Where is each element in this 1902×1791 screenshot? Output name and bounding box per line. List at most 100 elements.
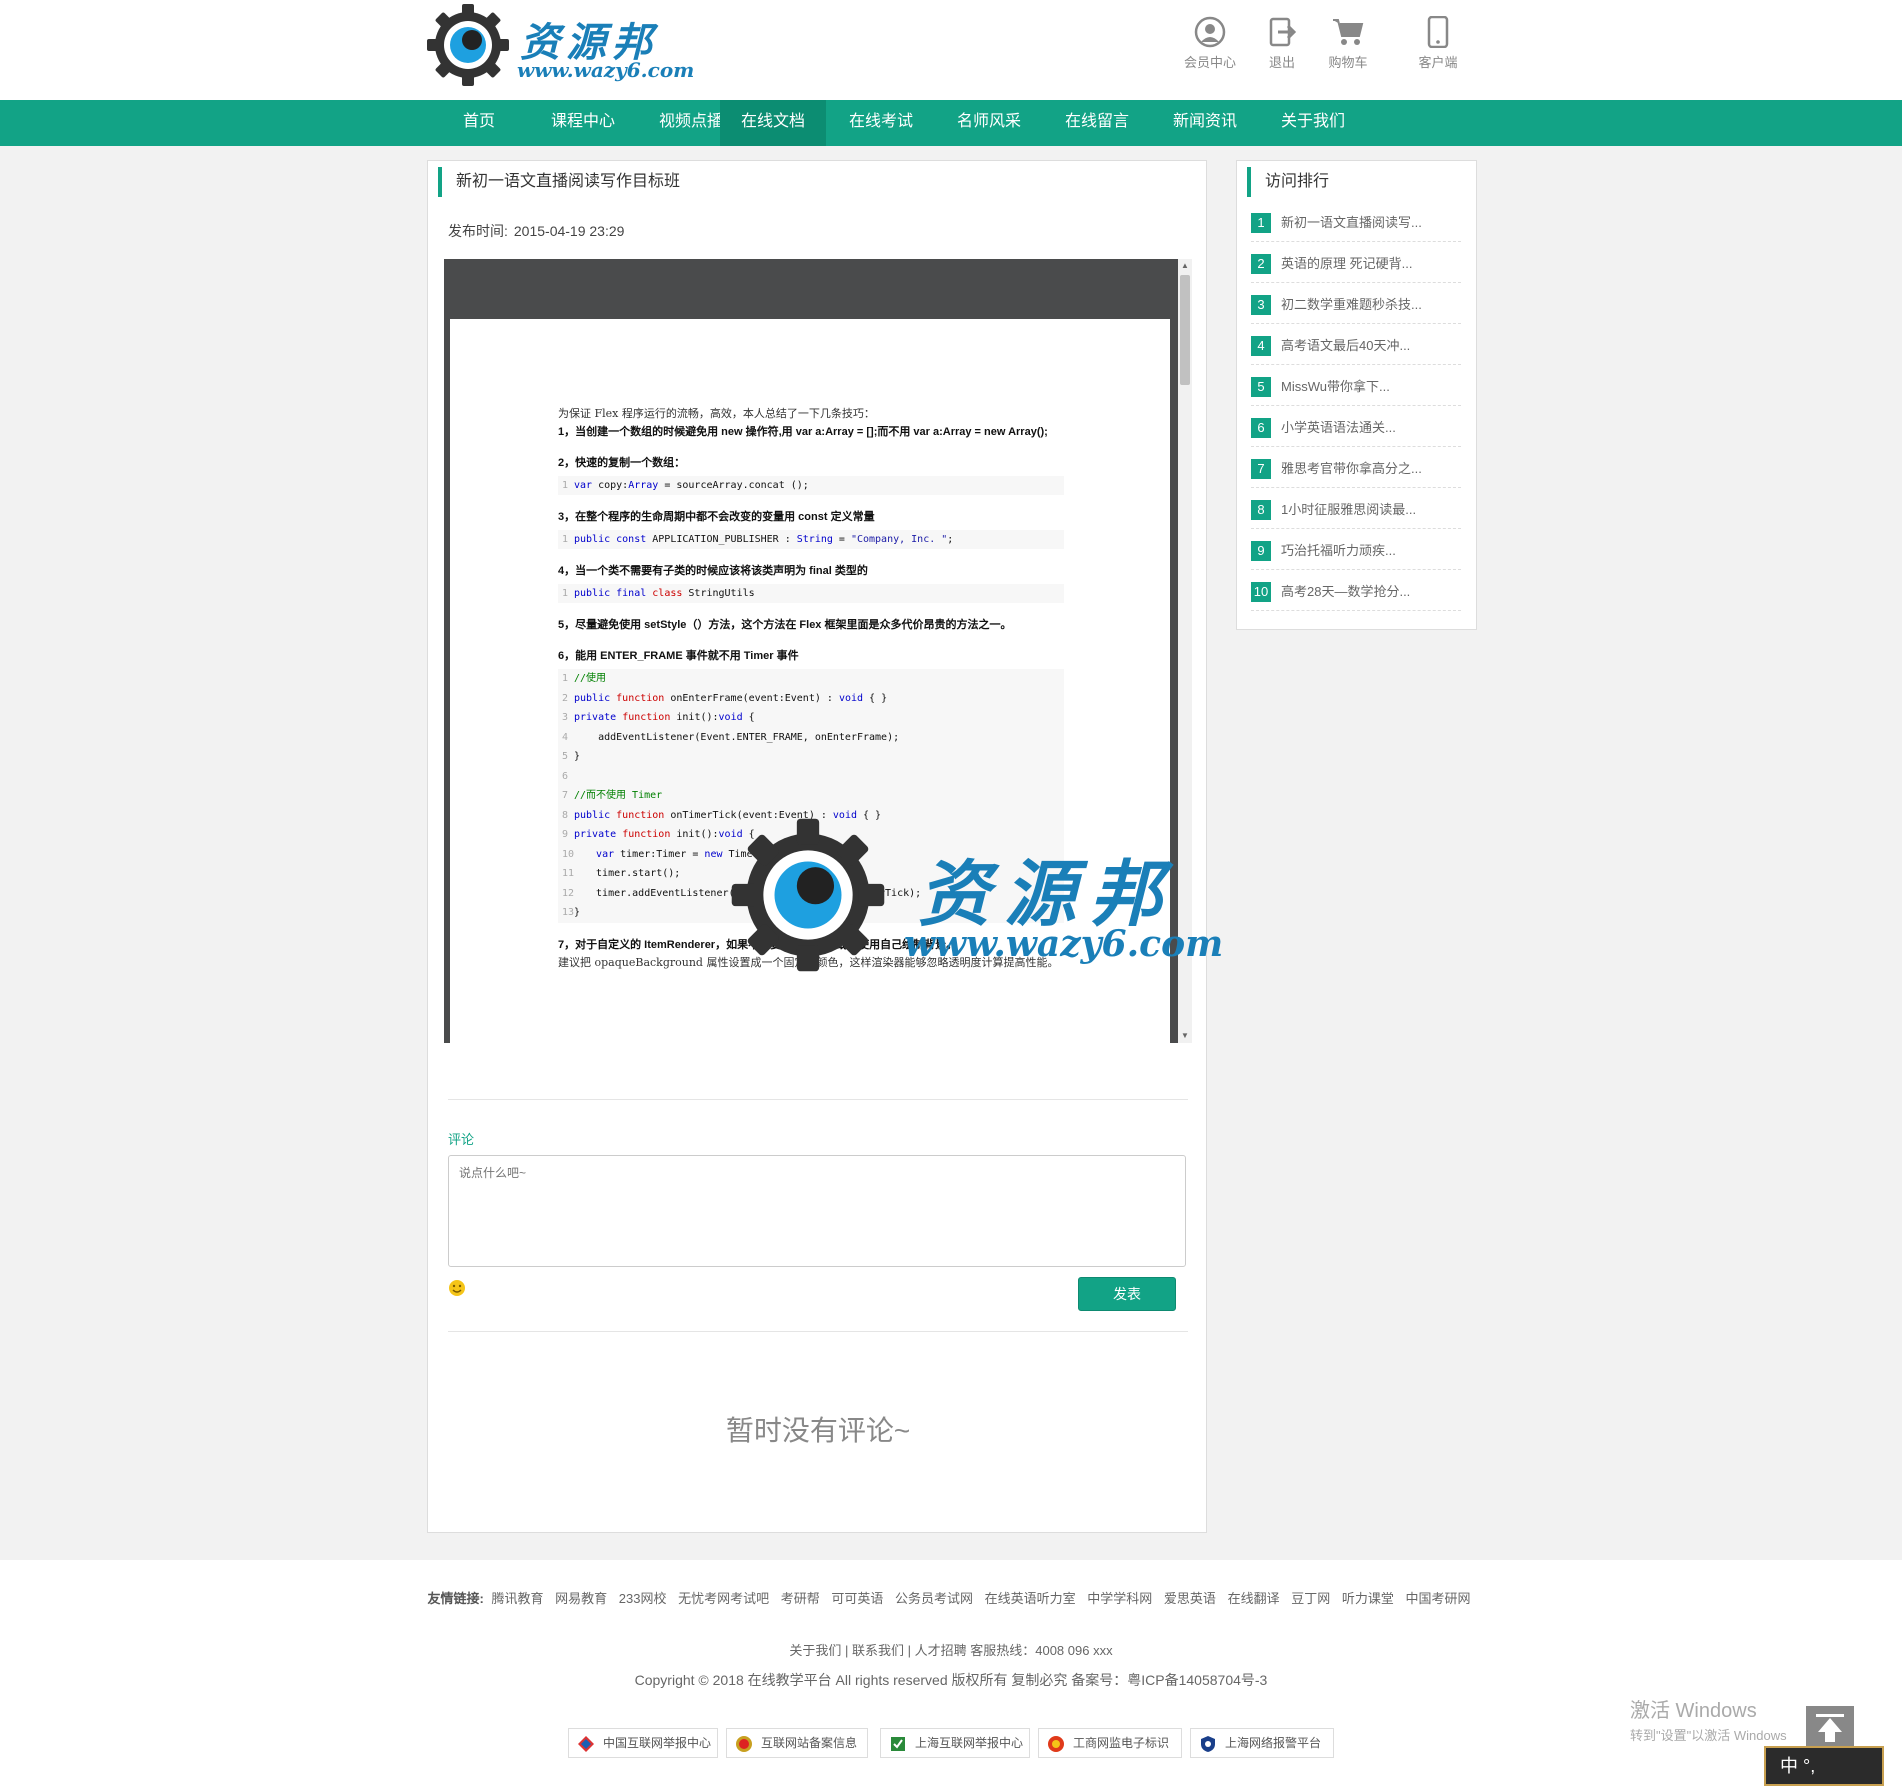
friend-link[interactable]: 233网校 <box>619 1591 667 1606</box>
site-logo[interactable]: 资源邦 www.wazy6.com <box>425 2 694 88</box>
friend-link[interactable]: 中学学科网 <box>1087 1591 1152 1606</box>
friend-link[interactable]: 爱思英语 <box>1164 1591 1216 1606</box>
friend-link[interactable]: 无忧考网考试吧 <box>678 1591 769 1606</box>
document-content: 为保证 Flex 程序运行的流畅，高效，本人总结了一下几条技巧： 1，当创建一个… <box>558 405 1064 971</box>
badge-label: 中国互联网举报中心 <box>603 1736 712 1750</box>
nav-item-documents[interactable]: 在线文档 <box>720 100 826 146</box>
ranking-item[interactable]: 10 高考28天—数学抢分... <box>1251 570 1461 611</box>
client-label: 客户端 <box>1418 55 1458 70</box>
logout-icon <box>1269 17 1297 47</box>
ranking-item[interactable]: 1 新初一语文直播阅读写... <box>1251 201 1461 242</box>
friend-link[interactable]: 考研帮 <box>781 1591 820 1606</box>
doc-heading-1: 1，当创建一个数组的时候避免用 new 操作符,用 var a:Array = … <box>558 426 1048 438</box>
friend-link[interactable]: 公务员考试网 <box>895 1591 973 1606</box>
win-activate-hint: 转到"设置"以激活 Windows <box>1630 1728 1787 1743</box>
badge-report-center[interactable]: 中国互联网举报中心 <box>568 1728 718 1758</box>
logout-link[interactable]: 退出 <box>1247 16 1317 80</box>
rank-text: MissWu带你拿下... <box>1281 379 1390 394</box>
badge-police-platform[interactable]: 上海网络报警平台 <box>1190 1728 1334 1758</box>
rank-number: 10 <box>1251 582 1271 602</box>
comment-input[interactable] <box>448 1155 1186 1267</box>
doc-intro: 为保证 Flex 程序运行的流畅，高效，本人总结了一下几条技巧： <box>558 407 875 420</box>
viewer-scrollbar[interactable]: ▲ ▼ <box>1178 259 1192 1043</box>
rank-text: 新初一语文直播阅读写... <box>1281 215 1422 230</box>
ranking-item[interactable]: 7 雅思考官带你拿高分之... <box>1251 447 1461 488</box>
badge-label: 上海网络报警平台 <box>1225 1736 1322 1750</box>
nav-item-courses[interactable]: 课程中心 <box>530 100 636 146</box>
divider <box>448 1099 1188 1100</box>
divider <box>448 1331 1188 1332</box>
nav-item-messages[interactable]: 在线留言 <box>1044 100 1150 146</box>
code-block-2: 1 var copy:Array = sourceArray.concat (); <box>558 476 1064 495</box>
rank-number: 7 <box>1251 459 1271 479</box>
win-activate-title: 激活 Windows <box>1630 1700 1757 1722</box>
back-to-top-button[interactable] <box>1806 1706 1854 1746</box>
nav-item-news[interactable]: 新闻资讯 <box>1152 100 1258 146</box>
user-circle-icon <box>1194 16 1226 48</box>
friend-link[interactable]: 可可英语 <box>831 1591 883 1606</box>
badge-shanghai-report[interactable]: 上海互联网举报中心 <box>880 1728 1030 1758</box>
rank-number: 5 <box>1251 377 1271 397</box>
friend-link[interactable]: 豆丁网 <box>1291 1591 1330 1606</box>
comment-label: 评论 <box>448 1132 475 1147</box>
friend-link[interactable]: 腾讯教育 <box>491 1591 543 1606</box>
footer-links[interactable]: 关于我们 | 联系我们 | 人才招聘 客服热线：4008 096 xxx <box>0 1640 1902 1659</box>
friend-link[interactable]: 网易教育 <box>555 1591 607 1606</box>
document-viewer[interactable]: 为保证 Flex 程序运行的流畅，高效，本人总结了一下几条技巧： 1，当创建一个… <box>444 259 1178 1043</box>
ime-toolbar[interactable]: 中 °, <box>1764 1746 1884 1786</box>
nav-item-teachers[interactable]: 名师风采 <box>936 100 1042 146</box>
windows-activation-watermark: 激活 Windows 转到"设置"以激活 Windows <box>1630 1694 1787 1744</box>
ranking-item[interactable]: 2 英语的原理 死记硬背... <box>1251 242 1461 283</box>
badge-label: 工商网监电子标识 <box>1073 1736 1170 1750</box>
cart-link[interactable]: 购物车 <box>1313 16 1383 80</box>
ranking-item[interactable]: 9 巧治托福听力顽疾... <box>1251 529 1461 570</box>
publish-time-value: 2015-04-19 23:29 <box>513 223 625 239</box>
code-block-6: 1//使用 2 public function onEnterFrame(even… <box>558 669 1064 923</box>
doc-heading-4: 4，当一个类不需要有子类的时候应该将该类声明为 final 类型的 <box>558 565 868 577</box>
friend-link[interactable]: 在线英语听力室 <box>985 1591 1076 1606</box>
page-title: 新初一语文直播阅读写作目标班 <box>438 167 680 197</box>
scroll-up-arrow-icon[interactable]: ▲ <box>1180 261 1190 271</box>
rank-number: 2 <box>1251 254 1271 274</box>
friend-link[interactable]: 中国考研网 <box>1405 1591 1470 1606</box>
rank-text: 雅思考官带你拿高分之... <box>1281 461 1422 476</box>
friend-links: 友情链接: 腾讯教育 网易教育 233网校 无忧考网考试吧 考研帮 可可英语 公… <box>0 1588 1902 1607</box>
friend-link[interactable]: 听力课堂 <box>1342 1591 1394 1606</box>
diamond-logo-icon <box>578 1736 594 1752</box>
doc-heading-2: 2，快速的复制一个数组： <box>558 457 686 469</box>
ranking-item[interactable]: 8 1小时征服雅思阅读最... <box>1251 488 1461 529</box>
scroll-down-arrow-icon[interactable]: ▼ <box>1180 1031 1190 1041</box>
submit-comment-button[interactable]: 发表 <box>1078 1277 1176 1311</box>
member-center-link[interactable]: 会员中心 <box>1175 16 1245 80</box>
rank-number: 6 <box>1251 418 1271 438</box>
rank-text: 巧治托福听力顽疾... <box>1281 543 1396 558</box>
code-block-3: 1 public const APPLICATION_PUBLISHER : St… <box>558 530 1064 549</box>
ranking-item[interactable]: 4 高考语文最后40天冲... <box>1251 324 1461 365</box>
rank-text: 初二数学重难题秒杀技... <box>1281 297 1422 312</box>
friend-link[interactable]: 在线翻译 <box>1228 1591 1280 1606</box>
ranking-item[interactable]: 3 初二数学重难题秒杀技... <box>1251 283 1461 324</box>
emoji-icon[interactable] <box>448 1279 466 1297</box>
rank-text: 高考语文最后40天冲... <box>1281 338 1411 353</box>
badge-site-record[interactable]: 互联网站备案信息 <box>726 1728 868 1758</box>
nav-item-exams[interactable]: 在线考试 <box>828 100 934 146</box>
shield-check-icon <box>891 1737 905 1751</box>
main-nav: 首页 课程中心 视频点播 在线文档 在线考试 名师风采 在线留言 新闻资讯 关于… <box>0 100 1902 146</box>
client-link[interactable]: 客户端 <box>1403 16 1473 80</box>
publish-time-label: 发布时间: <box>448 223 508 239</box>
rank-text: 1小时征服雅思阅读最... <box>1281 502 1417 517</box>
scroll-thumb[interactable] <box>1180 275 1190 385</box>
doc-heading-7: 7，对于自定义的 ItemRenderer，如果不需要背景透明，或者使用自己绘制… <box>558 938 958 951</box>
rank-number: 4 <box>1251 336 1271 356</box>
ranking-item[interactable]: 6 小学英语语法通关... <box>1251 406 1461 447</box>
rank-number: 8 <box>1251 500 1271 520</box>
ranking-item[interactable]: 5 MissWu带你拿下... <box>1251 365 1461 406</box>
police-emblem-icon <box>736 1736 752 1752</box>
badge-business-id[interactable]: 工商网监电子标识 <box>1038 1728 1182 1758</box>
member-center-label: 会员中心 <box>1183 55 1236 70</box>
nav-item-home[interactable]: 首页 <box>426 100 532 146</box>
doc-heading-5: 5，尽量避免使用 setStyle（）方法，这个方法在 Flex 框架里面是众多… <box>558 619 1012 631</box>
code-block-4: 1 public final class StringUtils <box>558 584 1064 603</box>
site-footer: 友情链接: 腾讯教育 网易教育 233网校 无忧考网考试吧 考研帮 可可英语 公… <box>0 1560 1902 1791</box>
nav-item-about[interactable]: 关于我们 <box>1260 100 1366 146</box>
